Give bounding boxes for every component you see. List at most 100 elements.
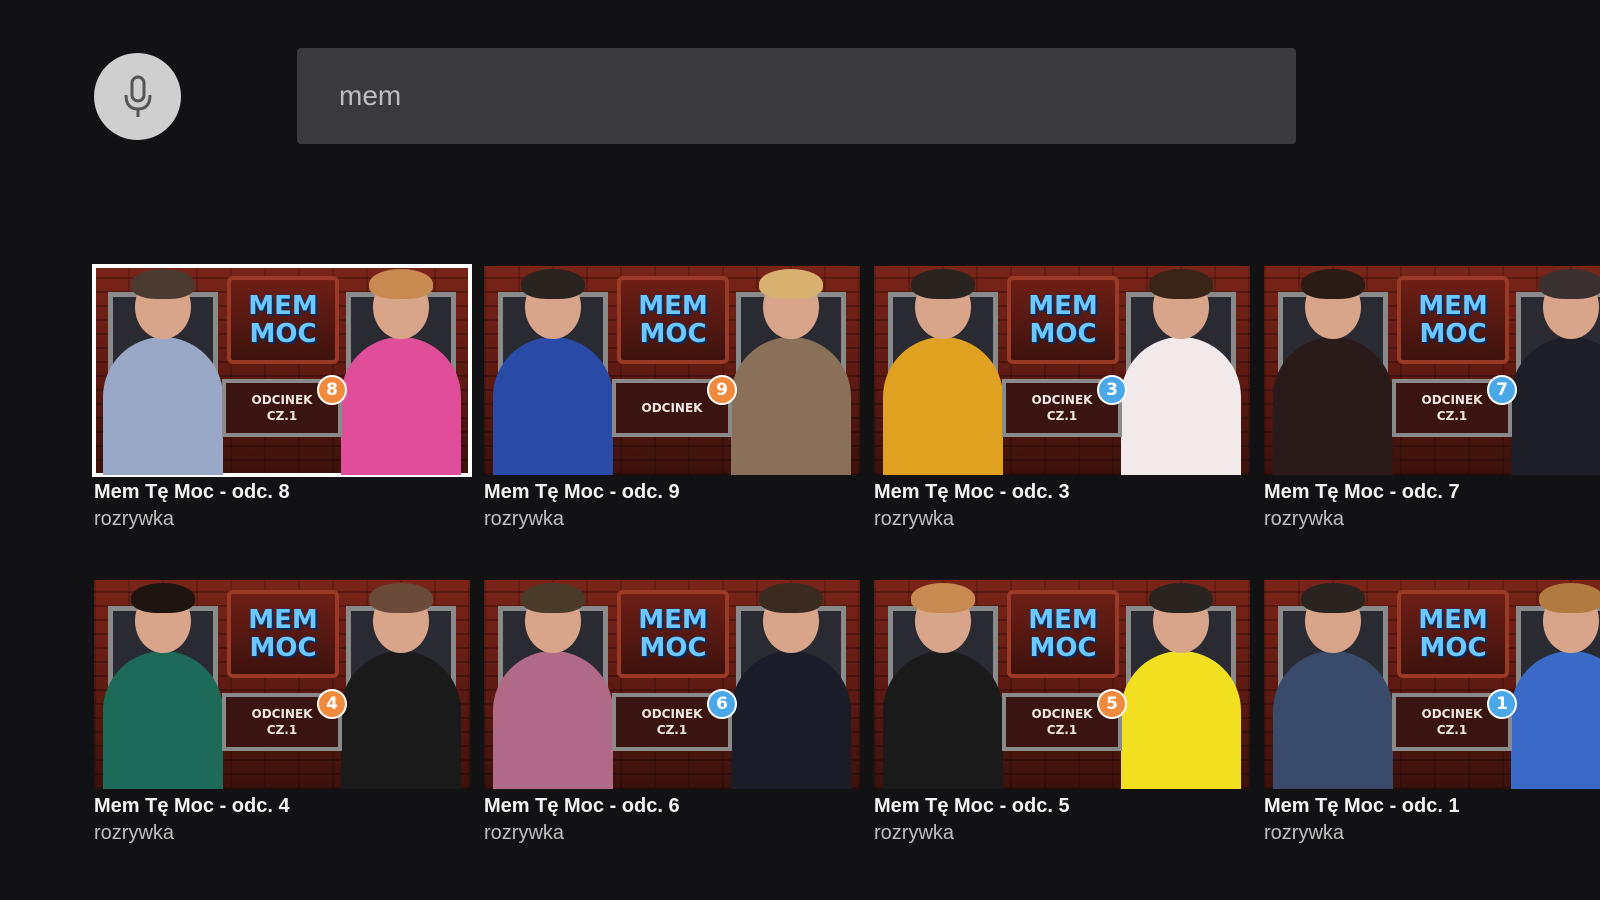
logo-line-1: MEM bbox=[1418, 605, 1488, 635]
guest-hair bbox=[1301, 269, 1365, 299]
guest-hair bbox=[1149, 583, 1213, 613]
card-title: Mem Tę Moc - odc. 6 bbox=[484, 795, 680, 817]
right-guest bbox=[731, 583, 851, 789]
plate-line-1: ODCINEK bbox=[1031, 707, 1093, 721]
episode-number-badge: 8 bbox=[317, 375, 347, 405]
left-guest-panel bbox=[883, 583, 1003, 789]
guest-head bbox=[131, 269, 195, 339]
guest-head bbox=[1539, 583, 1600, 653]
logo-line-2: MOC bbox=[1029, 319, 1097, 349]
episode-number-badge: 1 bbox=[1487, 689, 1517, 719]
card-genre: rozrywka bbox=[874, 508, 955, 530]
right-guest bbox=[341, 583, 461, 789]
logo-line-1: MEM bbox=[1028, 291, 1098, 321]
result-card-9[interactable]: MEM MOC ODCINEK 9 Mem Tę Moc - odc. 9 ro… bbox=[484, 266, 860, 531]
result-card-1[interactable]: MEM MOC ODCINEK CZ.1 1 Mem Tę Moc - odc.… bbox=[1264, 580, 1600, 845]
logo-line-2: MOC bbox=[1419, 633, 1487, 663]
logo-line-1: MEM bbox=[248, 605, 318, 635]
guest-hair bbox=[521, 583, 585, 613]
result-card-6[interactable]: MEM MOC ODCINEK CZ.1 6 Mem Tę Moc - odc.… bbox=[484, 580, 860, 845]
guest-head bbox=[1301, 269, 1365, 339]
right-guest bbox=[1121, 583, 1241, 789]
left-guest bbox=[103, 269, 223, 475]
right-guest-panel bbox=[1121, 269, 1241, 475]
plate-line-2: CZ.1 bbox=[656, 723, 688, 737]
guest-hair bbox=[1539, 583, 1600, 613]
thumbnail: MEM MOC ODCINEK CZ.1 1 bbox=[1264, 580, 1600, 789]
left-guest-panel bbox=[493, 269, 613, 475]
right-guest bbox=[1121, 269, 1241, 475]
search-field[interactable] bbox=[297, 48, 1296, 144]
logo-line-2: MOC bbox=[639, 633, 707, 663]
mic-button[interactable] bbox=[94, 53, 181, 140]
thumbnail: MEM MOC ODCINEK 9 bbox=[484, 266, 860, 475]
plate-line-2: CZ.1 bbox=[266, 723, 298, 737]
card-genre: rozrywka bbox=[874, 822, 955, 844]
right-guest-panel bbox=[731, 583, 851, 789]
logo-line-2: MOC bbox=[249, 633, 317, 663]
left-guest-panel bbox=[103, 269, 223, 475]
guest-head bbox=[369, 583, 433, 653]
logo-line-2: MOC bbox=[639, 319, 707, 349]
episode-number-badge: 6 bbox=[707, 689, 737, 719]
left-guest bbox=[103, 583, 223, 789]
guest-hair bbox=[759, 583, 823, 613]
guest-hair bbox=[1149, 269, 1213, 299]
logo-line-1: MEM bbox=[248, 291, 318, 321]
guest-hair bbox=[369, 269, 433, 299]
left-guest-panel bbox=[883, 269, 1003, 475]
logo-line-2: MOC bbox=[1419, 319, 1487, 349]
card-title: Mem Tę Moc - odc. 5 bbox=[874, 795, 1070, 817]
left-guest bbox=[1273, 269, 1393, 475]
show-logo: MEM MOC bbox=[617, 276, 729, 364]
search-input[interactable] bbox=[337, 79, 1256, 113]
show-logo: MEM MOC bbox=[227, 590, 339, 678]
left-guest bbox=[883, 583, 1003, 789]
card-title: Mem Tę Moc - odc. 9 bbox=[484, 481, 680, 503]
card-title: Mem Tę Moc - odc. 3 bbox=[874, 481, 1070, 503]
show-logo: MEM MOC bbox=[617, 590, 729, 678]
result-card-3[interactable]: MEM MOC ODCINEK CZ.1 3 Mem Tę Moc - odc.… bbox=[874, 266, 1250, 531]
right-guest-panel bbox=[341, 583, 461, 789]
guest-hair bbox=[1539, 269, 1600, 299]
plate-line-2: CZ.1 bbox=[1436, 409, 1468, 423]
card-genre: rozrywka bbox=[94, 508, 175, 530]
plate-line-2: CZ.1 bbox=[1046, 723, 1078, 737]
guest-hair bbox=[759, 269, 823, 299]
guest-hair bbox=[1301, 583, 1365, 613]
episode-number-badge: 9 bbox=[707, 375, 737, 405]
guest-head bbox=[911, 269, 975, 339]
left-guest bbox=[1273, 583, 1393, 789]
result-card-7[interactable]: MEM MOC ODCINEK CZ.1 7 Mem Tę Moc - odc.… bbox=[1264, 266, 1600, 531]
guest-hair bbox=[131, 583, 195, 613]
card-genre: rozrywka bbox=[484, 822, 565, 844]
plate-line-1: ODCINEK bbox=[1421, 707, 1483, 721]
logo-line-2: MOC bbox=[1029, 633, 1097, 663]
guest-head bbox=[521, 583, 585, 653]
guest-hair bbox=[131, 269, 195, 299]
card-title: Mem Tę Moc - odc. 7 bbox=[1264, 481, 1460, 503]
guest-hair bbox=[911, 583, 975, 613]
guest-head bbox=[759, 269, 823, 339]
left-guest bbox=[493, 269, 613, 475]
right-guest bbox=[341, 269, 461, 475]
show-logo: MEM MOC bbox=[1397, 276, 1509, 364]
guest-hair bbox=[369, 583, 433, 613]
result-card-4[interactable]: MEM MOC ODCINEK CZ.1 4 Mem Tę Moc - odc.… bbox=[94, 580, 470, 845]
result-card-5[interactable]: MEM MOC ODCINEK CZ.1 5 Mem Tę Moc - odc.… bbox=[874, 580, 1250, 845]
guest-head bbox=[759, 583, 823, 653]
plate-line-2: CZ.1 bbox=[266, 409, 298, 423]
guest-head bbox=[1149, 583, 1213, 653]
left-guest-panel bbox=[493, 583, 613, 789]
guest-head bbox=[369, 269, 433, 339]
right-guest bbox=[1511, 269, 1600, 475]
logo-line-2: MOC bbox=[249, 319, 317, 349]
result-card-8[interactable]: MEM MOC ODCINEK CZ.1 8 Mem Tę Moc - odc.… bbox=[92, 264, 472, 531]
episode-number-badge: 7 bbox=[1487, 375, 1517, 405]
logo-line-1: MEM bbox=[638, 291, 708, 321]
thumbnail: MEM MOC ODCINEK CZ.1 4 bbox=[94, 580, 470, 789]
guest-head bbox=[1149, 269, 1213, 339]
thumbnail: MEM MOC ODCINEK CZ.1 7 bbox=[1264, 266, 1600, 475]
right-guest-panel bbox=[1511, 583, 1600, 789]
logo-line-1: MEM bbox=[1418, 291, 1488, 321]
